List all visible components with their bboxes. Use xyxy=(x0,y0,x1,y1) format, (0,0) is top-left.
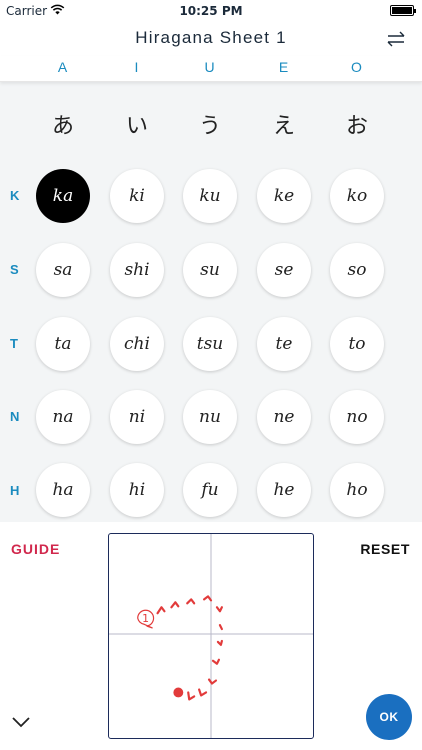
kana-cell-ni[interactable]: ni xyxy=(110,390,164,444)
kana-cell-ta[interactable]: ta xyxy=(36,317,90,371)
kana-cell-he[interactable]: he xyxy=(257,463,311,517)
ok-button[interactable]: OK xyxy=(366,694,412,740)
kana-cell-tsu[interactable]: tsu xyxy=(183,317,237,371)
vowel-a[interactable]: A xyxy=(43,59,83,75)
vowel-e[interactable]: E xyxy=(264,59,304,75)
kana-cell-sa[interactable]: sa xyxy=(36,243,90,297)
swap-arrows-icon xyxy=(387,31,405,47)
kana-header-i: い xyxy=(125,114,148,139)
kana-cell-nu[interactable]: nu xyxy=(183,390,237,444)
kana-cell-hi[interactable]: hi xyxy=(110,463,164,517)
stroke-number: 1 xyxy=(142,612,149,625)
swap-button[interactable] xyxy=(384,28,408,50)
stroke-direction-arrows xyxy=(156,595,223,701)
row-label-t[interactable]: T xyxy=(10,336,24,351)
kana-cell-ku[interactable]: ku xyxy=(183,169,237,223)
kana-cell-shi[interactable]: shi xyxy=(110,243,164,297)
page-title: Hiragana Sheet 1 xyxy=(135,28,287,47)
vowel-i[interactable]: I xyxy=(117,59,157,75)
kana-cell-to[interactable]: to xyxy=(330,317,384,371)
chevron-down-icon xyxy=(12,717,30,728)
practice-panel: GUIDE RESET 1 OK xyxy=(0,522,422,750)
kana-header-o: お xyxy=(345,114,368,139)
guide-button[interactable]: GUIDE xyxy=(11,541,60,557)
kana-cell-ki[interactable]: ki xyxy=(110,169,164,223)
row-label-h[interactable]: H xyxy=(10,483,24,498)
vowel-u[interactable]: U xyxy=(190,59,230,75)
stroke-end-dot xyxy=(173,687,184,698)
kana-cell-ne[interactable]: ne xyxy=(257,390,311,444)
kana-cell-ho[interactable]: ho xyxy=(330,463,384,517)
drawing-canvas[interactable]: 1 xyxy=(108,533,314,739)
kana-cell-ka[interactable]: ka xyxy=(36,169,90,223)
kana-header-u: う xyxy=(198,114,221,139)
kana-cell-fu[interactable]: fu xyxy=(183,463,237,517)
reset-button[interactable]: RESET xyxy=(360,541,410,557)
status-bar: Carrier 10:25 PM xyxy=(0,0,422,22)
stroke-start-marker: 1 xyxy=(137,609,155,629)
vowel-header: A I U E O xyxy=(0,56,422,82)
kana-header-a: あ xyxy=(51,114,74,139)
battery-icon xyxy=(390,5,416,16)
row-label-s[interactable]: S xyxy=(10,262,24,277)
kana-cell-su[interactable]: su xyxy=(183,243,237,297)
kana-cell-ke[interactable]: ke xyxy=(257,169,311,223)
status-time: 10:25 PM xyxy=(179,4,243,18)
vowel-o[interactable]: O xyxy=(337,59,377,75)
kana-cell-no[interactable]: no xyxy=(330,390,384,444)
hiragana-grid: あ い う え お K ka ki ku ke ko S sa shi su s… xyxy=(0,82,422,522)
collapse-button[interactable] xyxy=(10,714,32,730)
kana-cell-chi[interactable]: chi xyxy=(110,317,164,371)
row-label-n[interactable]: N xyxy=(10,409,24,424)
kana-cell-na[interactable]: na xyxy=(36,390,90,444)
kana-cell-ko[interactable]: ko xyxy=(330,169,384,223)
kana-cell-so[interactable]: so xyxy=(330,243,384,297)
kana-header-e: え xyxy=(272,114,295,139)
kana-cell-se[interactable]: se xyxy=(257,243,311,297)
kana-cell-te[interactable]: te xyxy=(257,317,311,371)
row-label-k[interactable]: K xyxy=(10,188,24,203)
kana-cell-ha[interactable]: ha xyxy=(36,463,90,517)
